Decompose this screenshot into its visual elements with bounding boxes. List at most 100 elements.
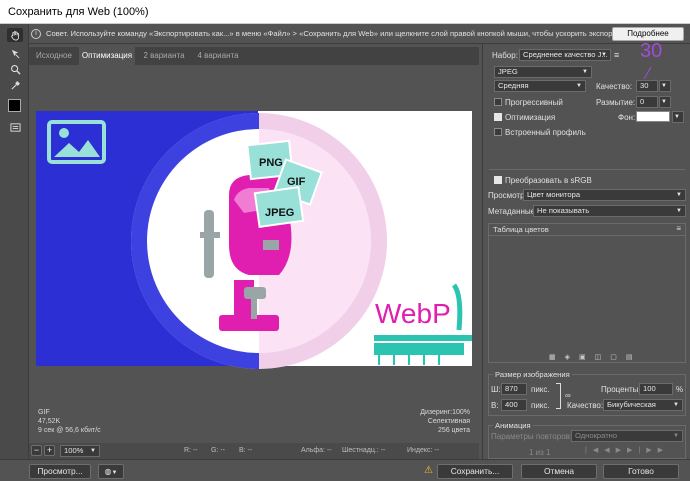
preview-select[interactable]: Цвет монитора ▼ xyxy=(523,189,686,201)
toolbox xyxy=(0,24,29,481)
tip-text: Совет. Используйте команду «Экспортирова… xyxy=(46,29,651,38)
status-index: Индекс: -- xyxy=(407,447,440,454)
toggle-slices-icon[interactable] xyxy=(7,120,23,134)
browser-icon: ◍ xyxy=(104,467,112,476)
info-size: 47,52K xyxy=(38,418,61,425)
tab-optimized[interactable]: Оптимизация xyxy=(79,47,135,65)
zoom-in-button[interactable]: + xyxy=(44,445,55,456)
settings-panel: Набор: Средненее качество J... ▼ ≡ 30 JPE… xyxy=(482,40,690,460)
more-button[interactable]: Подробнее xyxy=(612,27,684,41)
status-b: B: -- xyxy=(239,447,253,454)
zoom-select[interactable]: 100% ▼ xyxy=(60,445,100,457)
resample-select[interactable]: Бикубическая ▼ xyxy=(603,399,683,411)
jpeg-label: JPEG xyxy=(265,207,294,219)
optimized-checkbox[interactable] xyxy=(494,113,502,121)
cancel-button[interactable]: Отмена xyxy=(521,464,597,479)
image-info: GIF 47,52K 9 сек @ 56,6 кбит/с xyxy=(38,408,101,435)
quality-preset-select[interactable]: Средняя ▼ xyxy=(494,80,586,92)
image-size-panel: Размер изображения Ш: 870 пикс. В: 400 п… xyxy=(488,370,686,416)
chevron-down-icon: ▼ xyxy=(661,99,667,105)
tab-2-up[interactable]: 2 варианта xyxy=(137,47,191,65)
preview-canvas[interactable]: PNG GIF JPEG WebP xyxy=(29,65,479,402)
blur-label: Размытие: xyxy=(596,98,636,107)
chevron-down-icon: ▼ xyxy=(673,433,679,439)
hand-tool-icon[interactable] xyxy=(7,28,23,42)
chevron-down-icon: ▼ xyxy=(90,448,96,454)
quality-dropdown[interactable]: ▼ xyxy=(659,80,671,92)
percent-input[interactable]: 100 xyxy=(639,383,673,395)
png-label: PNG xyxy=(259,157,283,169)
chevron-down-icon: ▼ xyxy=(676,192,682,198)
done-button[interactable]: Готово xyxy=(603,464,679,479)
preset-label: Набор: xyxy=(492,51,518,60)
color-table-title: Таблица цветов xyxy=(493,225,549,234)
prev-frame-icon[interactable]: ◀ xyxy=(604,447,615,454)
matte-dropdown[interactable]: ▼ xyxy=(672,111,684,123)
tab-4-up[interactable]: 4 варианта xyxy=(191,47,245,65)
resample-label: Качество: xyxy=(567,401,604,410)
quality-annotation: 30 xyxy=(640,40,663,62)
zoom-tool-icon[interactable] xyxy=(7,62,23,76)
eyedropper-color-swatch[interactable] xyxy=(8,99,21,112)
info-format: GIF xyxy=(38,409,50,416)
save-button[interactable]: Сохранить... xyxy=(437,464,513,479)
tip-bar: i Совет. Используйте команду «Экспортиро… xyxy=(0,24,690,44)
metadata-select[interactable]: Не показывать ▼ xyxy=(533,205,686,217)
preset-menu-icon[interactable]: ≡ xyxy=(614,50,619,60)
preview-button[interactable]: Просмотр... xyxy=(29,464,91,479)
tab-original[interactable]: Исходное xyxy=(29,47,79,65)
eyedropper-tool-icon[interactable] xyxy=(7,78,23,92)
slice-select-tool-icon[interactable] xyxy=(7,46,23,60)
width-label: Ш: xyxy=(491,385,501,394)
progressive-checkbox[interactable] xyxy=(494,98,502,106)
optimized-label: Оптимизация xyxy=(505,113,556,122)
height-input[interactable]: 400 xyxy=(501,399,527,411)
quality-input[interactable]: 30 xyxy=(636,80,658,92)
frame-counter: 1 из 1 xyxy=(529,448,551,457)
window-title: Сохранить для Web (100%) xyxy=(0,0,690,24)
info-icon: i xyxy=(31,29,41,39)
last-frame-icon[interactable]: ▶▶ xyxy=(646,447,669,454)
width-input[interactable]: 870 xyxy=(501,383,527,395)
percent-label: Проценты: xyxy=(601,385,641,394)
blur-dropdown[interactable]: ▼ xyxy=(659,96,671,108)
preset-select[interactable]: Средненее качество J... ▼ xyxy=(519,49,611,61)
map-color-icon[interactable]: ▦ xyxy=(549,354,565,361)
format-select[interactable]: JPEG ▼ xyxy=(494,66,592,78)
delete-color-icon[interactable]: ▤ xyxy=(626,354,642,361)
play-icon[interactable]: ▶ xyxy=(616,447,627,454)
chevron-down-icon: ▼ xyxy=(673,402,679,408)
chevron-down-icon: ▼ xyxy=(601,52,607,58)
blur-input[interactable]: 0 xyxy=(636,96,658,108)
chain-icon[interactable]: ∞ xyxy=(565,391,571,400)
color-table-grid[interactable] xyxy=(489,235,685,351)
info-palette: Селективная xyxy=(427,418,470,425)
loop-select[interactable]: Однократно ▼ xyxy=(571,430,683,442)
matte-label: Фон: xyxy=(618,113,636,122)
loop-label: Параметры повторов: xyxy=(491,432,573,441)
lock-color-icon[interactable]: ▣ xyxy=(579,354,595,361)
chevron-down-icon: ▼ xyxy=(576,83,582,89)
convert-srgb-checkbox[interactable] xyxy=(494,176,502,184)
chevron-down-icon: ▼ xyxy=(661,83,667,89)
view-tabs: Исходное Оптимизация 2 варианта 4 вариан… xyxy=(29,47,479,65)
color-table-tools: ▦◈▣◫▢▤ xyxy=(549,353,659,363)
animation-title: Анимация xyxy=(493,421,533,430)
link-icon[interactable] xyxy=(556,383,561,409)
embed-profile-checkbox[interactable] xyxy=(494,128,502,136)
add-color-icon[interactable]: ◫ xyxy=(595,354,611,361)
animation-controls: |◀◀▶▶|▶▶ xyxy=(585,446,669,454)
new-color-icon[interactable]: ▢ xyxy=(610,354,626,361)
zoom-out-button[interactable]: − xyxy=(31,445,42,456)
first-frame-icon[interactable]: |◀ xyxy=(585,447,604,454)
warning-icon: ⚠ xyxy=(424,465,433,476)
info-colors: 256 цвета xyxy=(438,427,470,434)
browser-preview-button[interactable]: ◍▼ xyxy=(98,464,124,479)
color-table-menu-icon[interactable]: ≡ xyxy=(676,224,681,233)
matte-swatch[interactable] xyxy=(636,111,670,122)
web-shift-icon[interactable]: ◈ xyxy=(565,354,579,361)
height-label: В: xyxy=(491,401,499,410)
metadata-label: Метаданные: xyxy=(488,207,538,216)
next-frame-icon[interactable]: ▶| xyxy=(627,447,646,454)
gif-label: GIF xyxy=(287,176,306,188)
